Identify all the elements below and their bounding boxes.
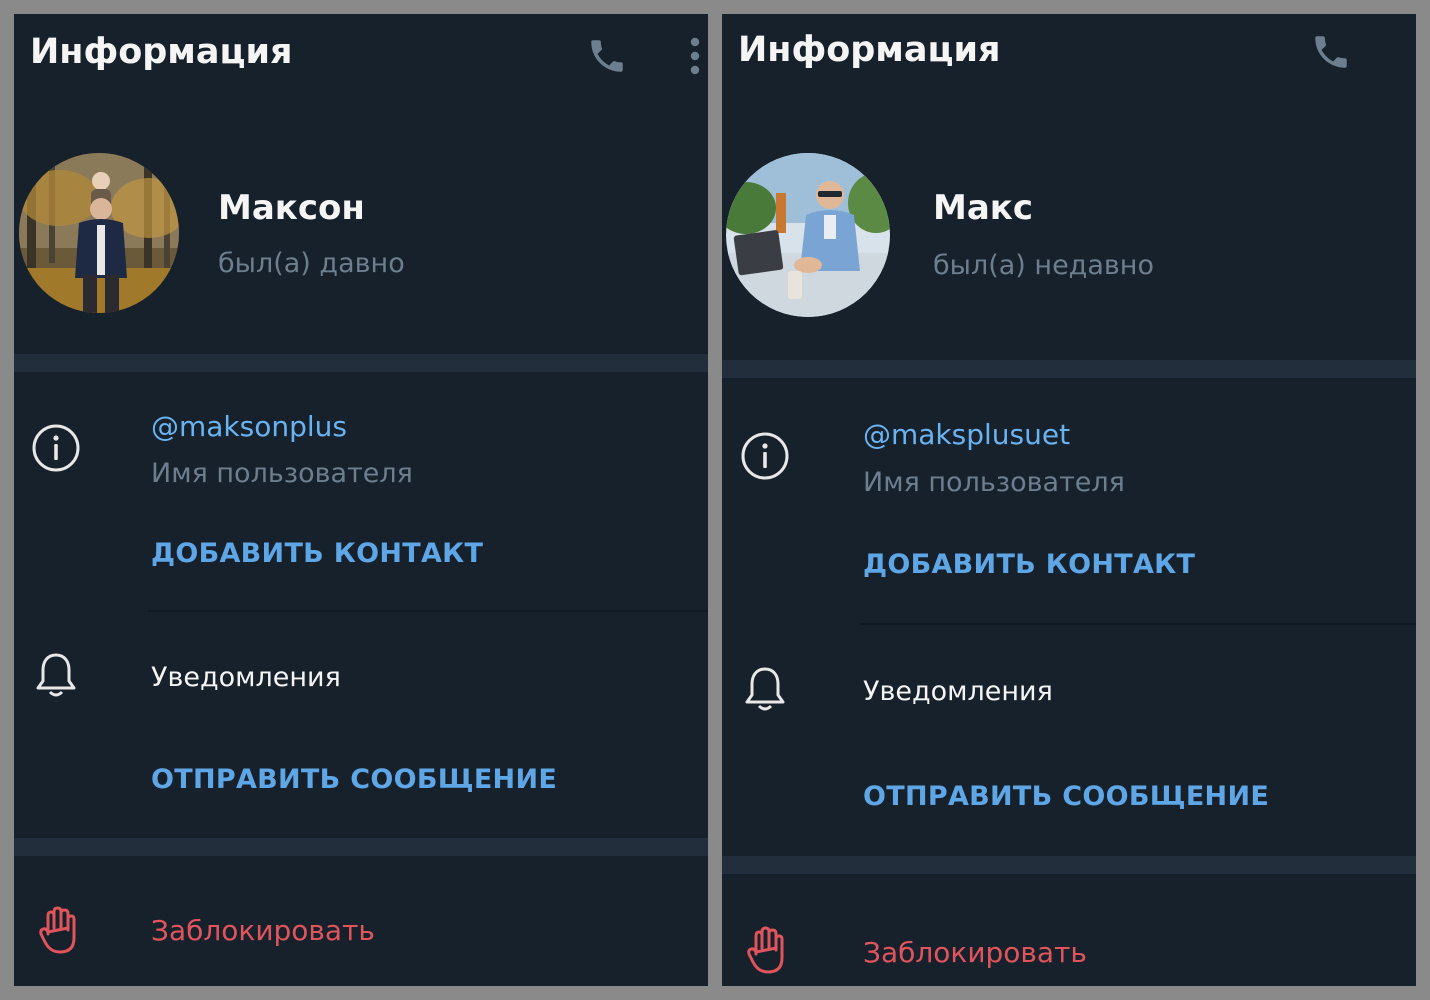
block-user-button[interactable]: Заблокировать <box>151 914 375 947</box>
info-circle-icon <box>739 430 791 486</box>
notifications-toggle[interactable]: Уведомления <box>151 662 341 693</box>
username-label: Имя пользователя <box>151 458 413 489</box>
add-contact-button[interactable]: ДОБАВИТЬ КОНТАКТ <box>151 538 483 569</box>
panel-title: Информация <box>30 32 293 72</box>
bell-icon <box>34 650 78 704</box>
user-status: был(а) недавно <box>933 250 1154 281</box>
section-separator <box>14 354 708 372</box>
user-name: Макс <box>933 188 1034 228</box>
block-user-button[interactable]: Заблокировать <box>863 936 1087 969</box>
section-separator <box>722 856 1416 874</box>
user-info-panel-maksonplus: Информация Максон был(а) давно @maksonpl… <box>14 14 708 986</box>
notifications-toggle[interactable]: Уведомления <box>863 676 1053 707</box>
avatar[interactable] <box>726 153 890 317</box>
info-circle-icon <box>30 422 82 478</box>
send-message-button[interactable]: ОТПРАВИТЬ СООБЩЕНИЕ <box>151 764 557 795</box>
phone-icon[interactable] <box>586 35 628 81</box>
hand-stop-icon <box>38 906 80 960</box>
panel-title: Информация <box>738 30 1001 70</box>
username-label: Имя пользователя <box>863 467 1125 498</box>
username-link[interactable]: @maksonplus <box>151 410 347 443</box>
avatar[interactable] <box>19 153 179 313</box>
section-separator <box>722 360 1416 378</box>
divider <box>860 623 1416 625</box>
user-info-panel-maksplusuet: Информация Макс был(а) недавно @maksplus… <box>722 14 1416 986</box>
user-status: был(а) давно <box>218 248 405 279</box>
add-contact-button[interactable]: ДОБАВИТЬ КОНТАКТ <box>863 549 1195 580</box>
send-message-button[interactable]: ОТПРАВИТЬ СООБЩЕНИЕ <box>863 781 1269 812</box>
user-name: Максон <box>218 188 365 228</box>
username-link[interactable]: @maksplusuet <box>863 418 1070 451</box>
phone-icon[interactable] <box>1310 31 1352 77</box>
more-vertical-icon[interactable] <box>688 36 702 80</box>
bell-icon <box>743 664 787 718</box>
divider <box>148 610 708 612</box>
section-separator <box>14 838 708 856</box>
hand-stop-icon <box>746 926 788 980</box>
